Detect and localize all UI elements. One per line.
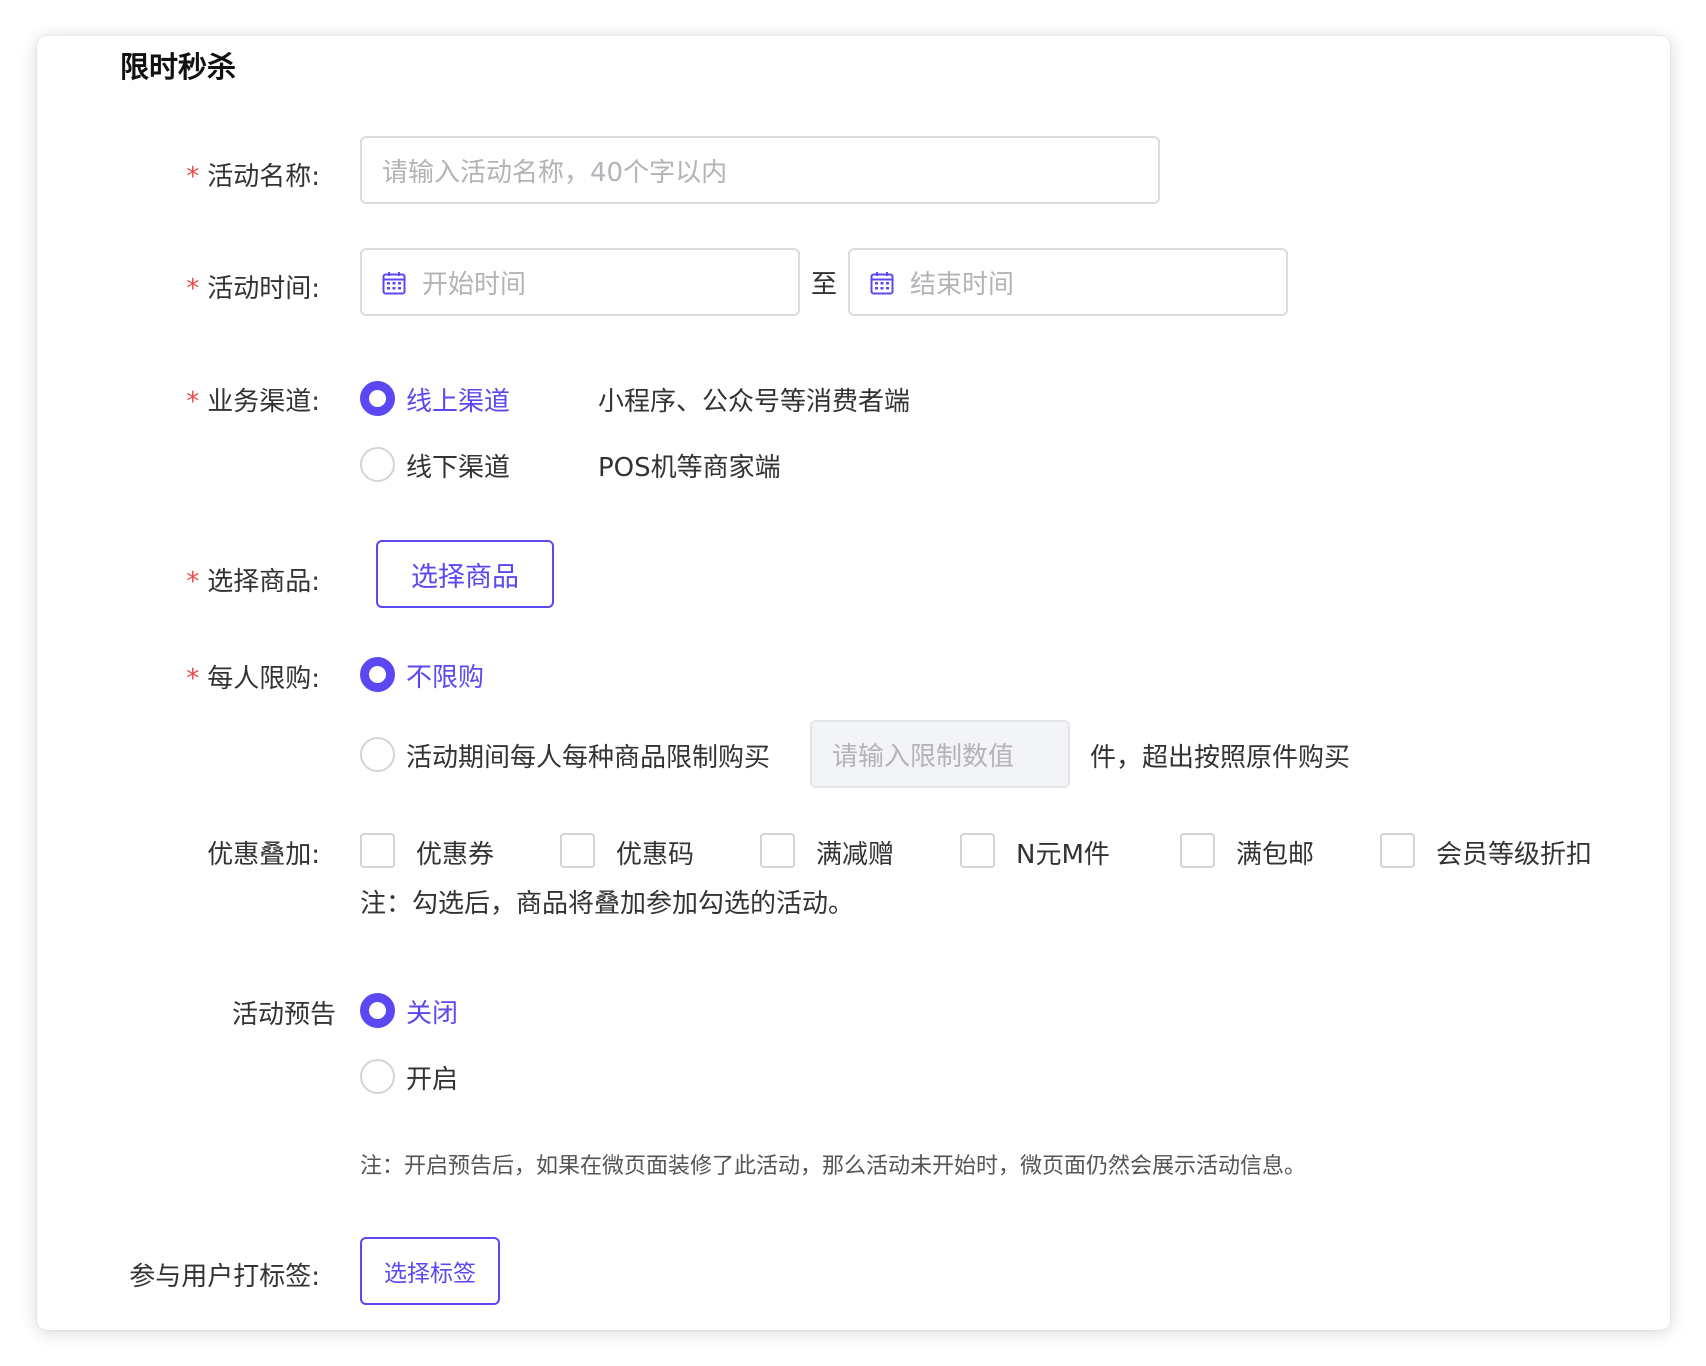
preview-note: 注：开启预告后，如果在微页面装修了此活动，那么活动未开始时，微页面仍然会展示活动… bbox=[360, 1154, 1307, 1179]
limit-quantity-placeholder: 请输入限制数值 bbox=[832, 741, 1015, 772]
goods-label: * 选择商品: bbox=[186, 567, 320, 597]
start-time-input[interactable]: 开始时间 bbox=[360, 248, 800, 316]
checkbox-full-reduction[interactable] bbox=[760, 833, 795, 868]
radio-label-no-limit[interactable]: 不限购 bbox=[406, 657, 484, 694]
stacking-label: 优惠叠加: bbox=[207, 840, 320, 870]
activity-name-label: * 活动名称: bbox=[186, 162, 320, 192]
page-title: 限时秒杀 bbox=[120, 50, 237, 84]
radio-offline-channel[interactable] bbox=[360, 447, 395, 482]
radio-no-limit[interactable] bbox=[360, 657, 395, 692]
radio-label-preview-off[interactable]: 关闭 bbox=[406, 993, 458, 1030]
end-time-placeholder: 结束时间 bbox=[910, 269, 1015, 300]
radio-online-channel[interactable] bbox=[360, 381, 395, 416]
activity-time-label: * 活动时间: bbox=[186, 274, 320, 304]
checkbox-label-n-yuan-m-items[interactable]: N元M件 bbox=[1016, 834, 1110, 871]
start-time-placeholder: 开始时间 bbox=[422, 269, 527, 300]
checkbox-promo-code[interactable] bbox=[560, 833, 595, 868]
channel-label: * 业务渠道: bbox=[186, 387, 320, 417]
limit-quantity-input[interactable]: 请输入限制数值 bbox=[810, 720, 1070, 788]
activity-name-placeholder: 请输入活动名称，40个字以内 bbox=[382, 157, 728, 188]
checkbox-member-discount[interactable] bbox=[1380, 833, 1415, 868]
checkbox-coupon[interactable] bbox=[360, 833, 395, 868]
end-time-input[interactable]: 结束时间 bbox=[848, 248, 1288, 316]
radio-preview-off[interactable] bbox=[360, 993, 395, 1028]
radio-label-offline-channel[interactable]: 线下渠道 bbox=[406, 447, 510, 484]
activity-name-input[interactable]: 请输入活动名称，40个字以内 bbox=[360, 136, 1160, 204]
offline-channel-desc: POS机等商家端 bbox=[598, 453, 781, 483]
radio-preview-on[interactable] bbox=[360, 1059, 395, 1094]
checkbox-label-promo-code[interactable]: 优惠码 bbox=[616, 834, 694, 871]
checkbox-label-coupon[interactable]: 优惠券 bbox=[416, 834, 494, 871]
limit-suffix-text: 件，超出按照原件购买 bbox=[1090, 743, 1351, 773]
required-mark: * bbox=[186, 274, 200, 304]
required-mark: * bbox=[186, 387, 200, 417]
radio-limit-per-person[interactable] bbox=[360, 737, 395, 772]
radio-label-preview-on[interactable]: 开启 bbox=[406, 1059, 458, 1096]
calendar-icon bbox=[870, 271, 894, 295]
checkbox-free-shipping[interactable] bbox=[1180, 833, 1215, 868]
required-mark: * bbox=[186, 664, 200, 694]
checkbox-n-yuan-m-items[interactable] bbox=[960, 833, 995, 868]
select-tags-button[interactable]: 选择标签 bbox=[360, 1237, 500, 1305]
select-goods-button[interactable]: 选择商品 bbox=[376, 540, 554, 608]
calendar-icon bbox=[382, 271, 406, 295]
required-mark: * bbox=[186, 567, 200, 597]
radio-label-online-channel[interactable]: 线上渠道 bbox=[406, 381, 510, 418]
checkbox-label-full-reduction[interactable]: 满减赠 bbox=[816, 834, 894, 871]
preview-label: 活动预告 bbox=[231, 1000, 336, 1030]
stacking-note: 注：勾选后，商品将叠加参加勾选的活动。 bbox=[360, 889, 855, 919]
online-channel-desc: 小程序、公众号等消费者端 bbox=[598, 387, 911, 417]
purchase-limit-label: * 每人限购: bbox=[186, 664, 320, 694]
radio-label-limit-per-person[interactable]: 活动期间每人每种商品限制购买 bbox=[406, 737, 770, 774]
required-mark: * bbox=[186, 162, 200, 192]
checkbox-label-free-shipping[interactable]: 满包邮 bbox=[1236, 834, 1314, 871]
checkbox-label-member-discount[interactable]: 会员等级折扣 bbox=[1436, 834, 1592, 871]
tags-label: 参与用户打标签: bbox=[129, 1262, 320, 1292]
time-range-separator: 至 bbox=[811, 270, 838, 300]
